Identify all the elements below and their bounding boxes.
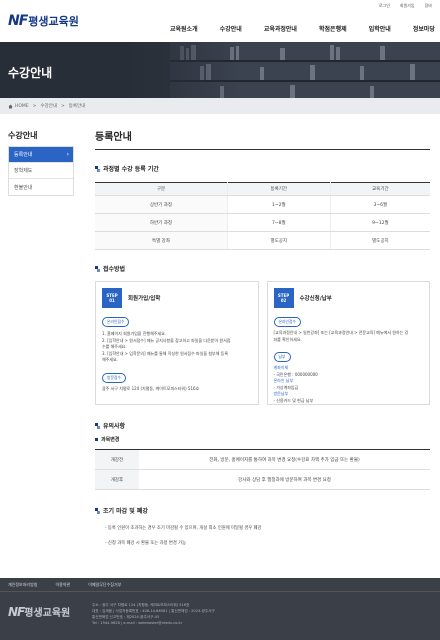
section-title: 조기 마감 및 폐강 [103, 508, 148, 515]
chevron-right-icon: › [66, 151, 69, 158]
site-logo[interactable]: NF 평생교육원 [8, 13, 79, 29]
chevron-right-icon: > [32, 103, 37, 109]
section-mark-icon [95, 422, 100, 429]
chevron-right-icon: > [61, 103, 65, 109]
sidebar-item-registration[interactable]: 등록안내 › [9, 147, 73, 163]
table-cell: 9~12월 [330, 213, 430, 232]
nav-item-info[interactable]: 정보마당 [413, 24, 435, 33]
note-item: - 등록 인원이 초과하는 경우 조기 마감될 수 있으며, 개설 최소 인원에… [105, 526, 262, 531]
utility-links: 로그인 회원가입 장바 [379, 3, 432, 9]
step-card-2: STEP 02 수강신청/납부 온라인접수 [교육과정안내 > 일반강좌] 또는… [266, 281, 430, 405]
footer-info: 주소 : 광주 서구 치평로 124 (치평동, 케이트모피스타워) 516호 … [92, 603, 215, 625]
table-row: 상반기 과정 1~2월 3~6월 [95, 195, 430, 214]
section-heading: 조기 마감 및 폐강 [95, 506, 430, 515]
visit-apply-badge: 방문접수 [102, 372, 126, 383]
table-cell: 강사와 상담 후 행정과에 방문하여 과목 변경 요청 [139, 469, 430, 490]
home-icon [8, 104, 13, 108]
nav-item-courses[interactable]: 교육과정안내 [264, 24, 297, 33]
visit-address: 광주 서구 치평로 124 (치평동, 케이트모피스타워) 516호 [102, 385, 200, 391]
site-footer: 개인정보처리방침 이용약관 이메일무단수집거부 NF 평생교육원 주소 : 광주… [0, 578, 440, 640]
sidebar-title: 수강안내 [8, 131, 38, 140]
terms-link[interactable]: 이용약관 [55, 582, 70, 588]
step-title: 회원가입/입학 [128, 296, 161, 302]
nav-item-enrollment[interactable]: 수강안내 [220, 24, 242, 33]
sidebar-item-scholarship[interactable]: 장학제도 [9, 163, 73, 179]
nav-item-admission[interactable]: 입학안내 [369, 24, 391, 33]
table-cell: 하반기 과정 [95, 213, 228, 232]
section-heading: 유의사항 [95, 421, 430, 430]
table-cell: 특별 강좌 [95, 231, 228, 250]
step-instructions: 1. 홈페이지 회원가입을 진행해주세요. 2. [입학안내 > 원서접수] 메… [102, 331, 231, 362]
signup-link[interactable]: 회원가입 [400, 3, 415, 9]
section-mark-icon [95, 165, 100, 172]
table-cell: 7~8월 [227, 213, 331, 232]
logo-mark: NF [8, 13, 28, 29]
sidebar-item-label: 장학제도 [14, 168, 33, 174]
table-cell: 3~6월 [330, 195, 430, 214]
table-row: 특별 강좌 별도공지 별도공지 [95, 231, 430, 250]
hero-banner: 수강안내 [0, 42, 440, 98]
step-badge: STEP 01 [102, 288, 122, 308]
logo-name: 평생교육원 [28, 15, 79, 28]
section-title: 접수방법 [103, 266, 126, 273]
closing-notes: - 등록 인원이 초과하는 경우 조기 마감될 수 있으며, 개설 최소 인원에… [95, 525, 430, 546]
table-header: 등록기간 [227, 182, 331, 196]
table-cell: 전화, 방문, 홈페이지를 통하여 과목 변경 요청(수강료 차액 추가 입금 … [139, 449, 430, 470]
section-mark-icon [95, 265, 100, 272]
table-cell: 개강후 [95, 469, 139, 490]
sidebar-menu: 등록안내 › 장학제도 환불안내 [8, 146, 74, 196]
course-change-table: 개강전 전화, 방문, 홈페이지를 통하여 과목 변경 요청(수강료 차액 추가… [95, 449, 430, 490]
subsection-heading: 과목변경 [95, 436, 430, 443]
sidebar-item-refund[interactable]: 환불안내 [9, 179, 73, 195]
footer-logo: NF 평생교육원 [8, 605, 71, 619]
note-item: - 신청 과목 폐강 시 환불 또는 과정 변경 가능 [105, 541, 187, 546]
nav-item-about[interactable]: 교육원소개 [170, 24, 198, 33]
step-title: 수강신청/납부 [299, 296, 332, 302]
section-heading: 과정별 수강 등록 기간 [95, 164, 430, 173]
page-title: 등록안내 [95, 128, 430, 150]
sidebar-item-label: 환불안내 [14, 184, 33, 191]
email-policy-link[interactable]: 이메일무단수집거부 [88, 582, 121, 588]
section-heading: 접수방법 [95, 264, 430, 273]
main-content: 등록안내 과정별 수강 등록 기간 구분 등록기간 교육기간 상반기 과정 1~… [95, 128, 430, 555]
breadcrumb: HOME > 수강안내 > 등록안내 [0, 98, 440, 114]
application-steps: STEP 01 회원가입/입학 온라인접수 1. 홈페이지 회원가입을 진행해주… [95, 281, 430, 405]
breadcrumb-home[interactable]: HOME [8, 104, 29, 109]
table-row: 하반기 과정 7~8월 9~12월 [95, 213, 430, 232]
registration-period-table: 구분 등록기간 교육기간 상반기 과정 1~2월 3~6월 하반기 과정 7~8… [95, 182, 430, 250]
sidebar-item-label: 등록안내 [14, 152, 33, 158]
section-title: 유의사항 [103, 423, 126, 430]
table-cell: 별도공지 [227, 231, 331, 250]
breadcrumb-level1[interactable]: 수강안내 [40, 103, 57, 109]
section-mark-icon [95, 507, 100, 514]
table-cell: 별도공지 [330, 231, 430, 250]
table-cell: 상반기 과정 [95, 195, 228, 214]
breadcrumb-home-label: HOME [15, 103, 29, 109]
hero-title: 수강안내 [8, 66, 53, 80]
nav-item-credit-bank[interactable]: 학점은행제 [319, 24, 347, 33]
payment-badge: 납부 [273, 352, 291, 362]
global-nav: 교육원소개 수강안내 교육과정안내 학점은행제 입학안내 정보마당 [170, 24, 435, 33]
privacy-link[interactable]: 개인정보처리방침 [8, 582, 37, 588]
table-header-row: 구분 등록기간 교육기간 [95, 182, 430, 196]
table-header: 교육기간 [330, 182, 430, 196]
step-badge: STEP 02 [273, 288, 294, 308]
section-title: 과정별 수강 등록 기간 [103, 166, 159, 173]
table-cell: 개강전 [95, 449, 139, 470]
table-header: 구분 [95, 182, 228, 196]
table-row: 개강후 강사와 상담 후 행정과에 방문하여 과목 변경 요청 [95, 469, 430, 490]
cart-link[interactable]: 장바 [425, 3, 432, 9]
login-link[interactable]: 로그인 [379, 3, 390, 9]
online-apply-badge: 온라인접수 [273, 317, 301, 327]
online-apply-badge: 온라인접수 [102, 317, 130, 327]
table-row: 개강전 전화, 방문, 홈페이지를 통하여 과목 변경 요청(수강료 차액 추가… [95, 449, 430, 470]
table-cell: 1~2월 [227, 195, 331, 214]
bullet-icon [95, 438, 98, 441]
step-card-1: STEP 01 회원가입/입학 온라인접수 1. 홈페이지 회원가입을 진행해주… [95, 281, 259, 405]
breadcrumb-level2[interactable]: 등록안내 [69, 103, 86, 109]
